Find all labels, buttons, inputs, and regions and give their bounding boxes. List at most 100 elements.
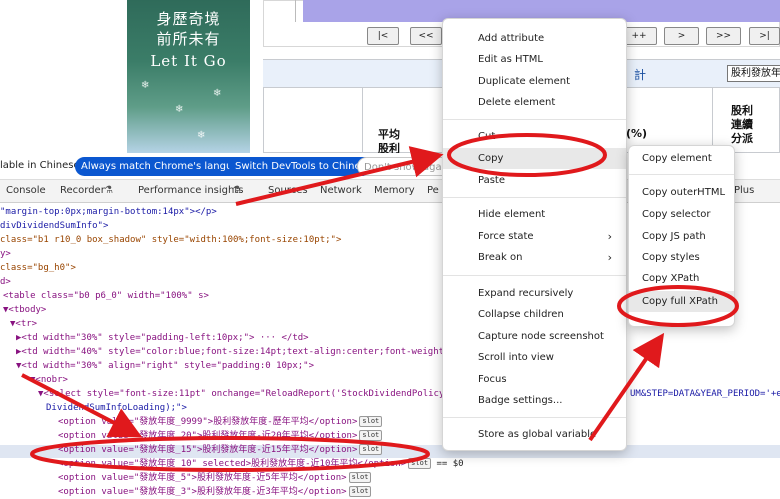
column-header-percent: (%) [626,127,648,140]
menu-hide-element[interactable]: Hide element [443,204,626,225]
menu-break-on-label: Break on [478,252,523,263]
webpage-area: 身歷奇境 前所未有 Let It Go ❄ ❄ ❄ ❄ |< << ++ > >… [0,0,780,155]
menu-separator [443,119,626,120]
chart-divider [286,0,296,22]
menu-expand-recursively[interactable]: Expand recursively [443,283,626,304]
code-line[interactable]: DividendSumInfoLoading);"> [46,403,187,413]
option-line[interactable]: <option value="發放年度_3">股利發放年度-近3年平均</opt… [58,487,347,497]
tab-recorder[interactable]: Recorder [60,185,105,196]
ad-line-2: 前所未有 [156,30,221,48]
tab-performance-insights[interactable]: Performance insights [138,185,243,196]
snowflake-icon: ❄ [213,88,222,99]
tab-network[interactable]: Network [320,185,362,196]
tab-console[interactable]: Console [6,185,46,196]
option-line[interactable]: <option value="發放年度_15">股利發放年度-近15年平均</o… [58,445,357,455]
menu-force-state-label: Force state [478,231,534,242]
context-menu: Add attribute Edit as HTML Duplicate ele… [442,18,627,451]
year-period-select[interactable]: 股利發放年 [727,65,780,82]
slot-badge[interactable]: slot [348,486,372,497]
code-line[interactable]: ▼<tbody> [3,305,46,315]
flask-icon: ⚗ [104,185,113,196]
dollar-zero-marker: == $0 [436,459,464,469]
slot-badge[interactable]: slot [359,416,383,427]
code-line[interactable]: ▼<tr> [10,319,37,329]
menu-cut[interactable]: Cut [443,126,626,147]
column-divider [712,88,713,153]
language-message: lable in Chinese! [0,160,84,171]
menu-copy[interactable]: Copy [443,148,626,169]
ad-line-1: 身歷奇境 [156,10,221,28]
copy-submenu: Copy element Copy outerHTML Copy selecto… [628,145,735,327]
submenu-copy-element[interactable]: Copy element [629,148,734,169]
code-line[interactable]: ▼<select style="font-size:11pt" onchange… [38,389,461,399]
tab-performance[interactable]: Pe [427,185,439,196]
ad-line-3: Let It Go [150,52,227,70]
code-line[interactable]: ▼<nobr> [30,375,68,385]
code-line[interactable]: ▶<td width="40%" style="color:blue;font-… [16,347,460,357]
menu-break-on[interactable]: Break on › [443,247,626,268]
code-line[interactable]: <table class="b0 p6_0" width="100%" s> [3,291,209,301]
code-line[interactable]: ▶<td width="30%" style="padding-left:10p… [16,333,309,343]
slot-badge[interactable]: slot [359,444,383,455]
submenu-copy-xpath[interactable]: Copy XPath [629,268,734,289]
column-header-consecutive-1: 股利 [731,104,753,117]
nav-next-button[interactable]: > [664,27,699,45]
option-line[interactable]: <option value="發放年度_20">股利發放年度-近20年平均</o… [58,431,357,441]
advertisement-banner[interactable]: 身歷奇境 前所未有 Let It Go ❄ ❄ ❄ ❄ [127,0,250,153]
menu-store-as-global-variable[interactable]: Store as global variable [443,424,626,445]
nav-prev-button[interactable]: << [410,27,442,45]
tab-sources[interactable]: Sources [268,185,308,196]
screenshot-root: 身歷奇境 前所未有 Let It Go ❄ ❄ ❄ ❄ |< << ++ > >… [0,0,780,499]
option-line-selected[interactable]: <option value="發放年度_10" selected>股利發放年度-… [58,459,406,469]
menu-separator [443,417,626,418]
nav-last-button[interactable]: >| [749,27,780,45]
menu-badge-settings[interactable]: Badge settings... [443,390,626,411]
menu-paste[interactable]: Paste [443,170,626,191]
code-line[interactable]: class="b1 r10_0 box_shadow" style="width… [0,235,341,245]
submenu-copy-outerhtml[interactable]: Copy outerHTML [629,182,734,203]
submenu-copy-selector[interactable]: Copy selector [629,204,734,225]
menu-force-state[interactable]: Force state › [443,226,626,247]
tab-memory[interactable]: Memory [374,185,415,196]
slot-badge[interactable]: slot [359,430,383,441]
menu-delete-element[interactable]: Delete element [443,92,626,113]
menu-add-attribute[interactable]: Add attribute [443,28,626,49]
menu-capture-node-screenshot[interactable]: Capture node screenshot [443,326,626,347]
option-line[interactable]: <option value="發放年度_9999">股利發放年度-歷年平均</o… [58,417,357,427]
snowflake-icon: ❄ [175,104,184,115]
stats-title: 計 [634,68,649,82]
nav-first-button[interactable]: |< [367,27,399,45]
snowflake-icon: ❄ [141,80,150,91]
menu-collapse-children[interactable]: Collapse children [443,304,626,325]
switch-devtools-chinese-button[interactable]: Switch DevTools to Chinese [229,157,378,176]
code-line-tail: UM&STEP=DATA&YEAR_PERIOD='+e [630,389,780,399]
menu-separator [443,197,626,198]
menu-scroll-into-view[interactable]: Scroll into view [443,347,626,368]
code-line[interactable]: "margin-top:0px;margin-bottom:14px"></p> [0,207,217,217]
code-line[interactable]: ▼<td width="30%" align="right" style="pa… [16,361,314,371]
flask-icon: ⚗ [232,185,241,196]
menu-edit-as-html[interactable]: Edit as HTML [443,49,626,70]
menu-duplicate-element[interactable]: Duplicate element [443,71,626,92]
submenu-copy-styles[interactable]: Copy styles [629,247,734,268]
nav-last-fast-button[interactable]: >> [706,27,741,45]
code-line[interactable]: divDividendSumInfo"> [0,221,108,231]
submenu-copy-full-xpath[interactable]: Copy full XPath [629,291,734,312]
slot-badge[interactable]: slot [348,472,372,483]
slot-badge[interactable]: slot [408,458,432,469]
menu-separator [629,174,734,175]
code-line[interactable]: class="bg_h0"> [0,263,76,273]
option-line[interactable]: <option value="發放年度_5">股利發放年度-近5年平均</opt… [58,473,347,483]
column-header-consecutive-3: 分派 [731,132,753,145]
tab-plus[interactable]: Plus [734,185,754,196]
menu-focus[interactable]: Focus [443,369,626,390]
column-divider [362,88,363,153]
submenu-copy-js-path[interactable]: Copy JS path [629,226,734,247]
chevron-right-icon: › [607,251,612,264]
code-line[interactable]: d> [0,277,11,287]
code-line[interactable]: y> [0,249,11,259]
column-header-average: 平均 [378,128,400,141]
column-header-consecutive-2: 連續 [731,118,753,131]
menu-separator [443,275,626,276]
chevron-right-icon: › [607,230,612,243]
